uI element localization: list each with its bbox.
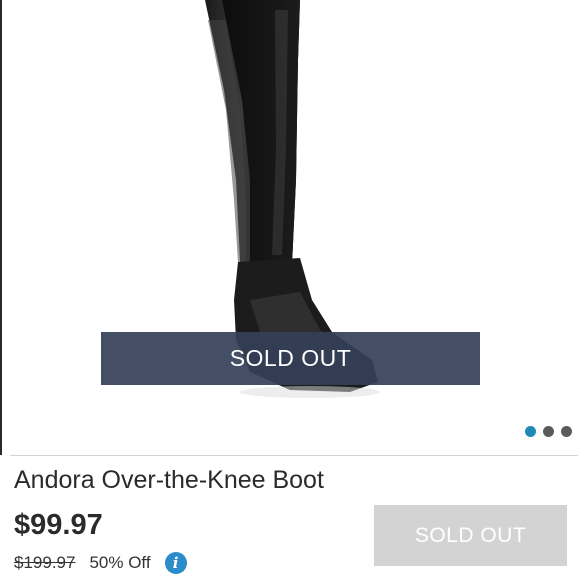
divider xyxy=(10,455,578,456)
product-page: SOLD OUT Andora Over-the-Knee Boot $99.9… xyxy=(0,0,580,580)
carousel-dot-3[interactable] xyxy=(561,426,572,437)
product-title: Andora Over-the-Knee Boot xyxy=(14,466,324,494)
product-image-carousel[interactable]: SOLD OUT xyxy=(0,0,580,455)
sold-out-button[interactable]: SOLD OUT xyxy=(374,505,567,566)
discount-label: 50% Off xyxy=(89,553,151,572)
carousel-indicators xyxy=(525,426,572,437)
info-icon[interactable]: i xyxy=(164,552,187,574)
price-comparison: $199.97 50% Off i xyxy=(14,552,187,574)
sold-out-overlay-label: SOLD OUT xyxy=(229,345,352,371)
original-price: $199.97 xyxy=(14,553,76,572)
left-border xyxy=(0,0,2,455)
carousel-dot-2[interactable] xyxy=(543,426,554,437)
carousel-dot-1[interactable] xyxy=(525,426,536,437)
sold-out-overlay: SOLD OUT xyxy=(101,332,480,385)
boot-image xyxy=(205,0,380,398)
sale-price: $99.97 xyxy=(14,509,103,541)
